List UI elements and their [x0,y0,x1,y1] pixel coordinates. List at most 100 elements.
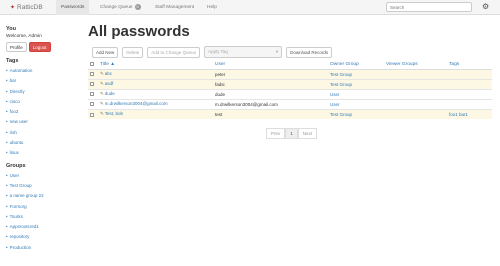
pagination: Prev 1 Next [266,128,318,139]
tag-link[interactable]: Directly [6,87,76,97]
select-all-checkbox[interactable] [90,61,94,66]
viewer-groups-cell [384,78,447,89]
nav-help[interactable]: Help [207,0,217,15]
group-link[interactable]: Formorg [6,202,76,212]
group-link[interactable]: a name group 22 [6,191,76,201]
tags-cell[interactable] [447,78,492,89]
nav-help-label: Help [207,5,217,10]
key-icon: ✎ [100,81,104,86]
nav-change-queue-label: Change Queue [100,5,133,10]
nav-staff-label: Staff Management [155,5,195,10]
owner-group-header[interactable]: Owner Group [328,60,384,70]
row-checkbox[interactable] [90,102,94,107]
viewer-groups-cell [384,108,447,119]
row-checkbox[interactable] [90,92,94,97]
user-cell: peter [213,68,328,79]
tag-link[interactable]: bar [6,76,76,86]
title-text: abc [104,71,113,76]
viewer-groups-cell [384,68,447,79]
nav-passwords-label: Passwords [61,5,85,10]
nav-staff-management[interactable]: Staff Management [155,0,194,15]
logout-button[interactable]: Logout [28,42,51,52]
tag-link[interactable]: foo2 [6,107,76,117]
title-text: dude [104,91,115,96]
tag-link[interactable]: rish [6,128,76,138]
table-row: ✎asdf fadsi Test Group [88,78,492,89]
title-text: m.drwilkerson3004@gmail.com [104,101,168,106]
nav-change-queue[interactable]: Change Queue 0 [100,0,141,15]
owner-group-cell[interactable]: Test Group [328,68,384,79]
owner-group-cell[interactable]: Test Group [328,108,384,119]
owner-group-cell[interactable]: User [328,98,384,109]
owner-group-cell[interactable]: Test Group [328,78,384,89]
row-checkbox[interactable] [90,82,94,87]
tag-link[interactable]: Automation [6,66,76,76]
tags-cell[interactable] [447,68,492,79]
key-icon: ✎ [100,101,104,106]
toolbar: Add New Delete Add to Change Queue Apply… [92,46,333,58]
user-header[interactable]: User [213,60,328,70]
title-cell[interactable]: ✎Test, bob [98,108,213,119]
viewer-groups-header: Viewer Groups [384,60,447,70]
prev-page-button[interactable]: Prev [266,128,286,139]
row-checkbox[interactable] [90,72,94,77]
main-content: All passwords Add New Delete Add to Chan… [88,22,492,139]
row-select[interactable] [88,68,98,79]
brand-label: RatticDB [17,4,43,11]
tag-link[interactable]: cisco [6,97,76,107]
group-link[interactable]: Appsrootcred1 [6,222,76,232]
search-input[interactable] [386,2,472,12]
owner-group-cell[interactable]: User [328,88,384,99]
row-checkbox[interactable] [90,112,94,117]
row-select[interactable] [88,108,98,119]
tags-cell[interactable]: foo1 bar1 [447,108,492,119]
download-records-button[interactable]: Download Records [286,46,333,58]
table-row: ✎m.drwilkerson3004@gmail.com m.drwilkers… [88,98,492,109]
group-link[interactable]: Production [6,243,76,253]
tag-list: Automation bar Directly cisco foo2 new u… [6,66,76,159]
brand[interactable]: ✦ RatticDB [10,0,43,15]
title-text: asdf [104,81,114,86]
table-header-row: Title ▲ User Owner Group Viewer Groups T… [88,60,492,70]
group-link[interactable]: User [6,171,76,181]
apply-tag-select[interactable]: Apply Tag ▾ [204,46,283,58]
key-icon: ✎ [100,111,104,117]
title-cell[interactable]: ✎dude [98,88,213,99]
title-cell[interactable]: ✎asdf [98,78,213,89]
title-cell[interactable]: ✎m.drwilkerson3004@gmail.com [98,98,213,109]
profile-button[interactable]: Profile [6,42,27,52]
top-navbar: ✦ RatticDB Passwords Change Queue 0 Staff … [0,0,500,15]
next-page-button[interactable]: Next [297,128,318,139]
title-cell[interactable]: ✎abc [98,68,213,79]
add-to-change-queue-button[interactable]: Add to Change Queue [147,46,201,58]
apply-tag-label: Apply Tag [208,49,228,54]
group-link[interactable]: Tourks [6,212,76,222]
add-new-button[interactable]: Add New [92,46,119,58]
select-all-header[interactable] [88,60,98,70]
tags-cell[interactable] [447,98,492,109]
title-header[interactable]: Title ▲ [98,60,213,70]
user-cell: dude [213,88,328,99]
tag-link[interactable]: new user [6,117,76,127]
welcome-text: Welcome, Admin [6,34,42,39]
nav-passwords[interactable]: Passwords [56,0,90,15]
user-cell: test [213,108,328,119]
delete-button[interactable]: Delete [122,46,144,58]
tags-heading: Tags [6,58,19,64]
tag-link[interactable]: ubuntu [6,138,76,148]
logo-icon: ✦ [10,5,16,11]
tag-link[interactable]: linux [6,148,76,158]
page-title: All passwords [88,23,190,40]
group-link[interactable]: repository [6,232,76,242]
gear-icon[interactable]: ⚙ [482,2,489,12]
key-icon: ✎ [100,71,104,76]
viewer-groups-cell [384,88,447,99]
row-select[interactable] [88,98,98,109]
tags-cell[interactable] [447,88,492,99]
page-1-button[interactable]: 1 [285,128,298,139]
change-queue-badge: 0 [134,4,141,10]
group-link[interactable]: Test Group [6,181,76,191]
user-cell: m.drwilkerson3004@gmail.com [213,98,328,109]
row-select[interactable] [88,88,98,99]
row-select[interactable] [88,78,98,89]
